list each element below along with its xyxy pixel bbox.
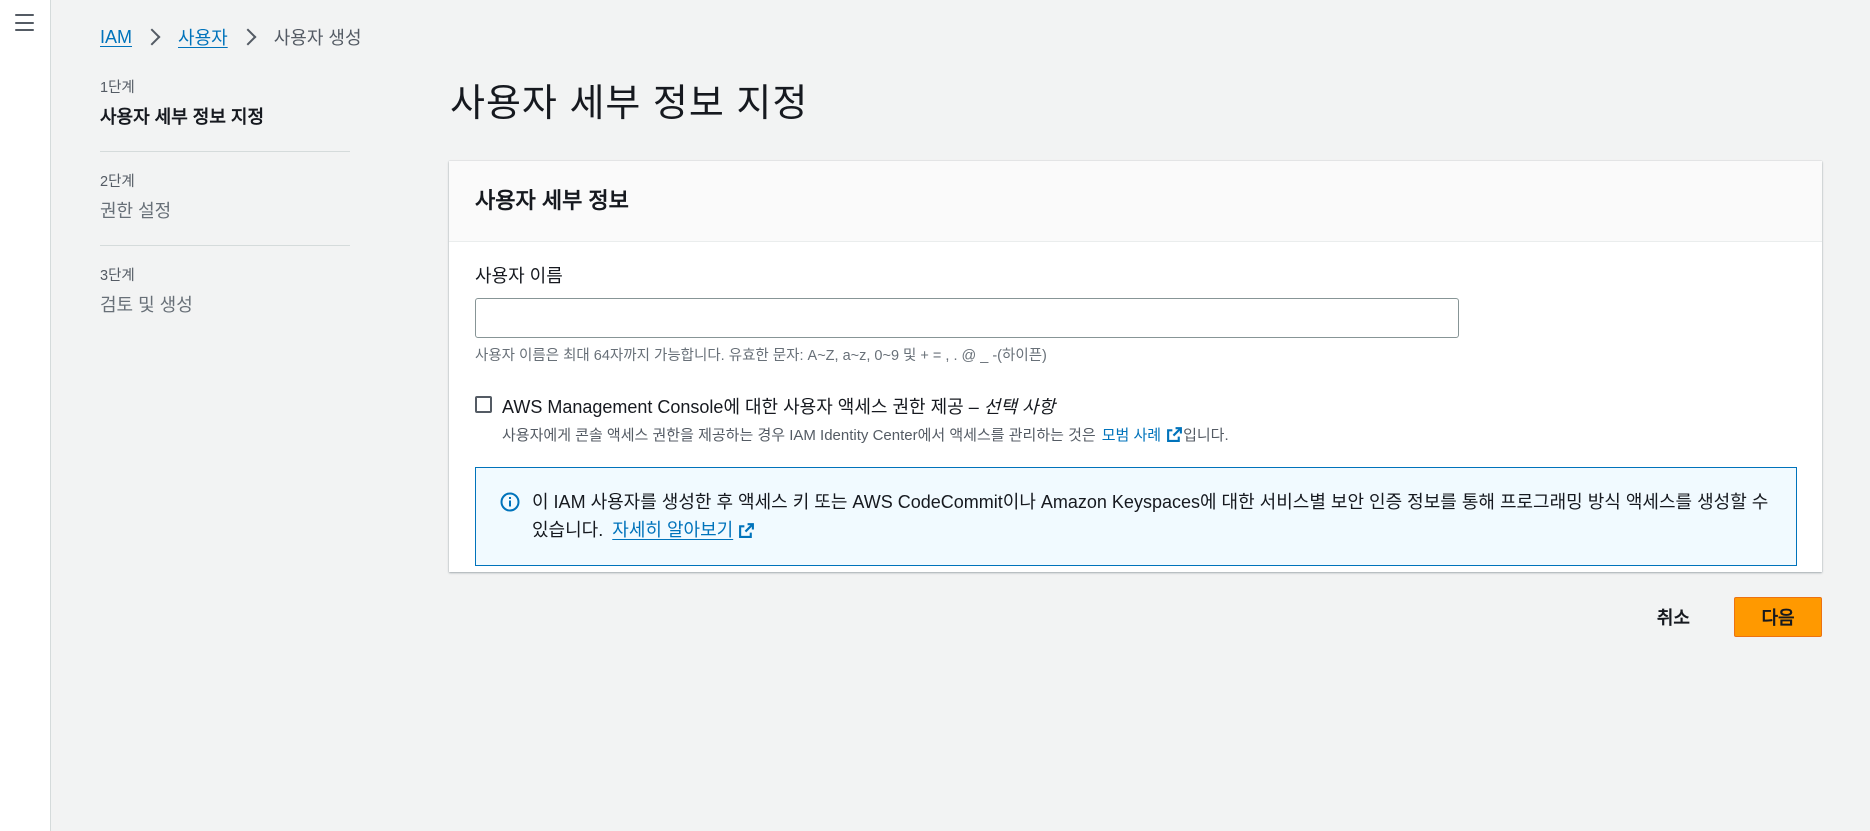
best-practice-link-text: 모범 사례 bbox=[1101, 427, 1162, 444]
page-title: 사용자 세부 정보 지정 bbox=[450, 83, 809, 125]
wizard-steps: 1단계 사용자 세부 정보 지정 2단계 권한 설정 3단계 검토 및 생성 bbox=[100, 74, 350, 355]
username-input[interactable] bbox=[475, 298, 1459, 338]
info-icon bbox=[500, 492, 520, 512]
learn-more-link[interactable]: 자세히 알아보기 bbox=[612, 516, 755, 544]
username-label: 사용자 이름 bbox=[475, 266, 563, 286]
step-title: 사용자 세부 정보 지정 bbox=[100, 107, 265, 127]
chevron-right-icon bbox=[239, 28, 257, 46]
side-nav-rail bbox=[0, 0, 51, 831]
breadcrumb-current: 사용자 생성 bbox=[273, 28, 362, 48]
next-button[interactable]: 다음 bbox=[1734, 597, 1822, 637]
menu-icon[interactable] bbox=[15, 14, 34, 31]
console-access-optional: 선택 사항 bbox=[983, 397, 1056, 417]
breadcrumb-users[interactable]: 사용자 bbox=[178, 24, 228, 50]
panel-body: 사용자 이름 사용자 이름은 최대 64자까지 가능합니다. 유효한 문자: A… bbox=[449, 242, 1822, 586]
wizard-actions: 취소 다음 bbox=[1635, 596, 1822, 638]
best-practice-link[interactable]: 모범 사례 bbox=[1102, 424, 1183, 445]
username-hint: 사용자 이름은 최대 64자까지 가능합니다. 유효한 문자: A~Z, a~z… bbox=[475, 348, 1047, 364]
learn-more-text: 자세히 알아보기 bbox=[612, 520, 734, 540]
step-2: 2단계 권한 설정 bbox=[100, 168, 350, 246]
console-access-label[interactable]: AWS Management Console에 대한 사용자 액세스 권한 제공… bbox=[502, 393, 1055, 419]
external-link-icon bbox=[1167, 427, 1183, 442]
panel-header: 사용자 세부 정보 bbox=[449, 161, 1822, 242]
step-title: 권한 설정 bbox=[100, 201, 172, 221]
step-number: 2단계 bbox=[100, 174, 135, 190]
external-link-icon bbox=[739, 522, 755, 538]
chevron-right-icon bbox=[143, 28, 161, 46]
console-access-row: AWS Management Console에 대한 사용자 액세스 권한 제공… bbox=[475, 393, 1796, 419]
step-number: 3단계 bbox=[100, 268, 135, 284]
console-access-description: 사용자에게 콘솔 액세스 권한을 제공하는 경우 IAM Identity Ce… bbox=[502, 424, 1796, 445]
console-access-desc-text: 사용자에게 콘솔 액세스 권한을 제공하는 경우 IAM Identity Ce… bbox=[502, 427, 1096, 444]
step-1: 1단계 사용자 세부 정보 지정 bbox=[100, 74, 350, 152]
user-details-panel: 사용자 세부 정보 사용자 이름 사용자 이름은 최대 64자까지 가능합니다.… bbox=[449, 161, 1822, 572]
step-3: 3단계 검토 및 생성 bbox=[100, 262, 350, 339]
console-access-desc-suffix: 입니다. bbox=[1183, 427, 1229, 444]
console-access-checkbox[interactable] bbox=[475, 396, 492, 413]
cancel-button[interactable]: 취소 bbox=[1635, 596, 1712, 638]
step-title: 검토 및 생성 bbox=[100, 295, 193, 315]
console-access-label-text: AWS Management Console에 대한 사용자 액세스 권한 제공… bbox=[502, 397, 979, 417]
breadcrumb: IAM 사용자 사용자 생성 bbox=[100, 24, 362, 50]
info-alert: 이 IAM 사용자를 생성한 후 액세스 키 또는 AWS CodeCommit… bbox=[475, 467, 1797, 566]
step-number: 1단계 bbox=[100, 80, 135, 96]
breadcrumb-iam[interactable]: IAM bbox=[100, 27, 132, 48]
